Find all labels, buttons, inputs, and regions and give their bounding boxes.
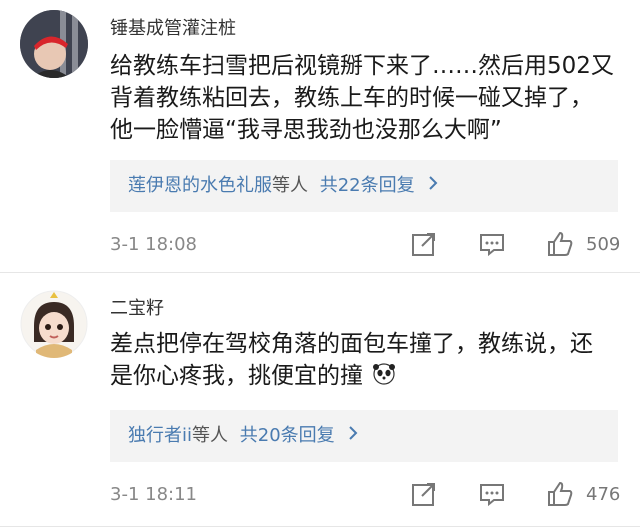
user-avatar-image	[20, 10, 88, 78]
divider	[0, 526, 640, 527]
panda-emoji-icon	[372, 362, 396, 395]
like-icon[interactable]	[546, 230, 574, 258]
replies-suffix: 等人	[192, 425, 229, 446]
comment-line: 背着教练粘回去，教练上车的时候一碰又掉了，	[110, 85, 593, 111]
share-icon[interactable]	[410, 230, 438, 258]
user-avatar-image	[20, 290, 88, 358]
avatar[interactable]	[20, 10, 88, 78]
avatar[interactable]	[20, 290, 88, 358]
replies-count[interactable]: 共20条回复	[240, 425, 335, 446]
comment-line-text: 是你心疼我，挑便宜的撞	[110, 363, 363, 389]
divider	[0, 272, 640, 273]
comment-footer: 3-1 18:11 476	[110, 481, 630, 508]
share-icon[interactable]	[410, 480, 438, 508]
chevron-right-icon	[428, 160, 438, 212]
chevron-right-icon	[348, 410, 358, 462]
like-count: 509	[586, 234, 621, 255]
comment-icon[interactable]	[478, 230, 506, 258]
replies-count[interactable]: 共22条回复	[320, 175, 415, 196]
timestamp: 3-1 18:08	[110, 234, 197, 255]
replies-summary[interactable]: 独行者ii等人 共20条回复	[110, 410, 618, 462]
comment-line: 给教练车扫雪把后视镜掰下来了……然后用502又	[110, 53, 614, 79]
comment-footer: 3-1 18:08 509	[110, 231, 630, 258]
like-count: 476	[586, 484, 621, 505]
replies-by-user[interactable]: 独行者ii	[128, 425, 192, 446]
comment-line: 他一脸懵逼“我寻思我劲也没那么大啊”	[110, 117, 502, 143]
replies-summary[interactable]: 莲伊恩的水色礼服等人 共22条回复	[110, 160, 618, 212]
timestamp: 3-1 18:11	[110, 484, 197, 505]
comment-line: 差点把停在驾校角落的面包车撞了，教练说，还	[110, 331, 593, 357]
comment-icon[interactable]	[478, 480, 506, 508]
comment-line: 是你心疼我，挑便宜的撞	[110, 360, 620, 395]
comment-text: 给教练车扫雪把后视镜掰下来了……然后用502又 背着教练粘回去，教练上车的时候一…	[110, 50, 620, 146]
replies-by-user[interactable]: 莲伊恩的水色礼服	[128, 175, 272, 196]
comment-text: 差点把停在驾校角落的面包车撞了，教练说，还 是你心疼我，挑便宜的撞	[110, 328, 620, 395]
username[interactable]: 二宝籽	[110, 294, 164, 320]
username[interactable]: 锤基成管灌注桩	[110, 14, 236, 40]
like-icon[interactable]	[546, 480, 574, 508]
replies-suffix: 等人	[272, 175, 308, 196]
